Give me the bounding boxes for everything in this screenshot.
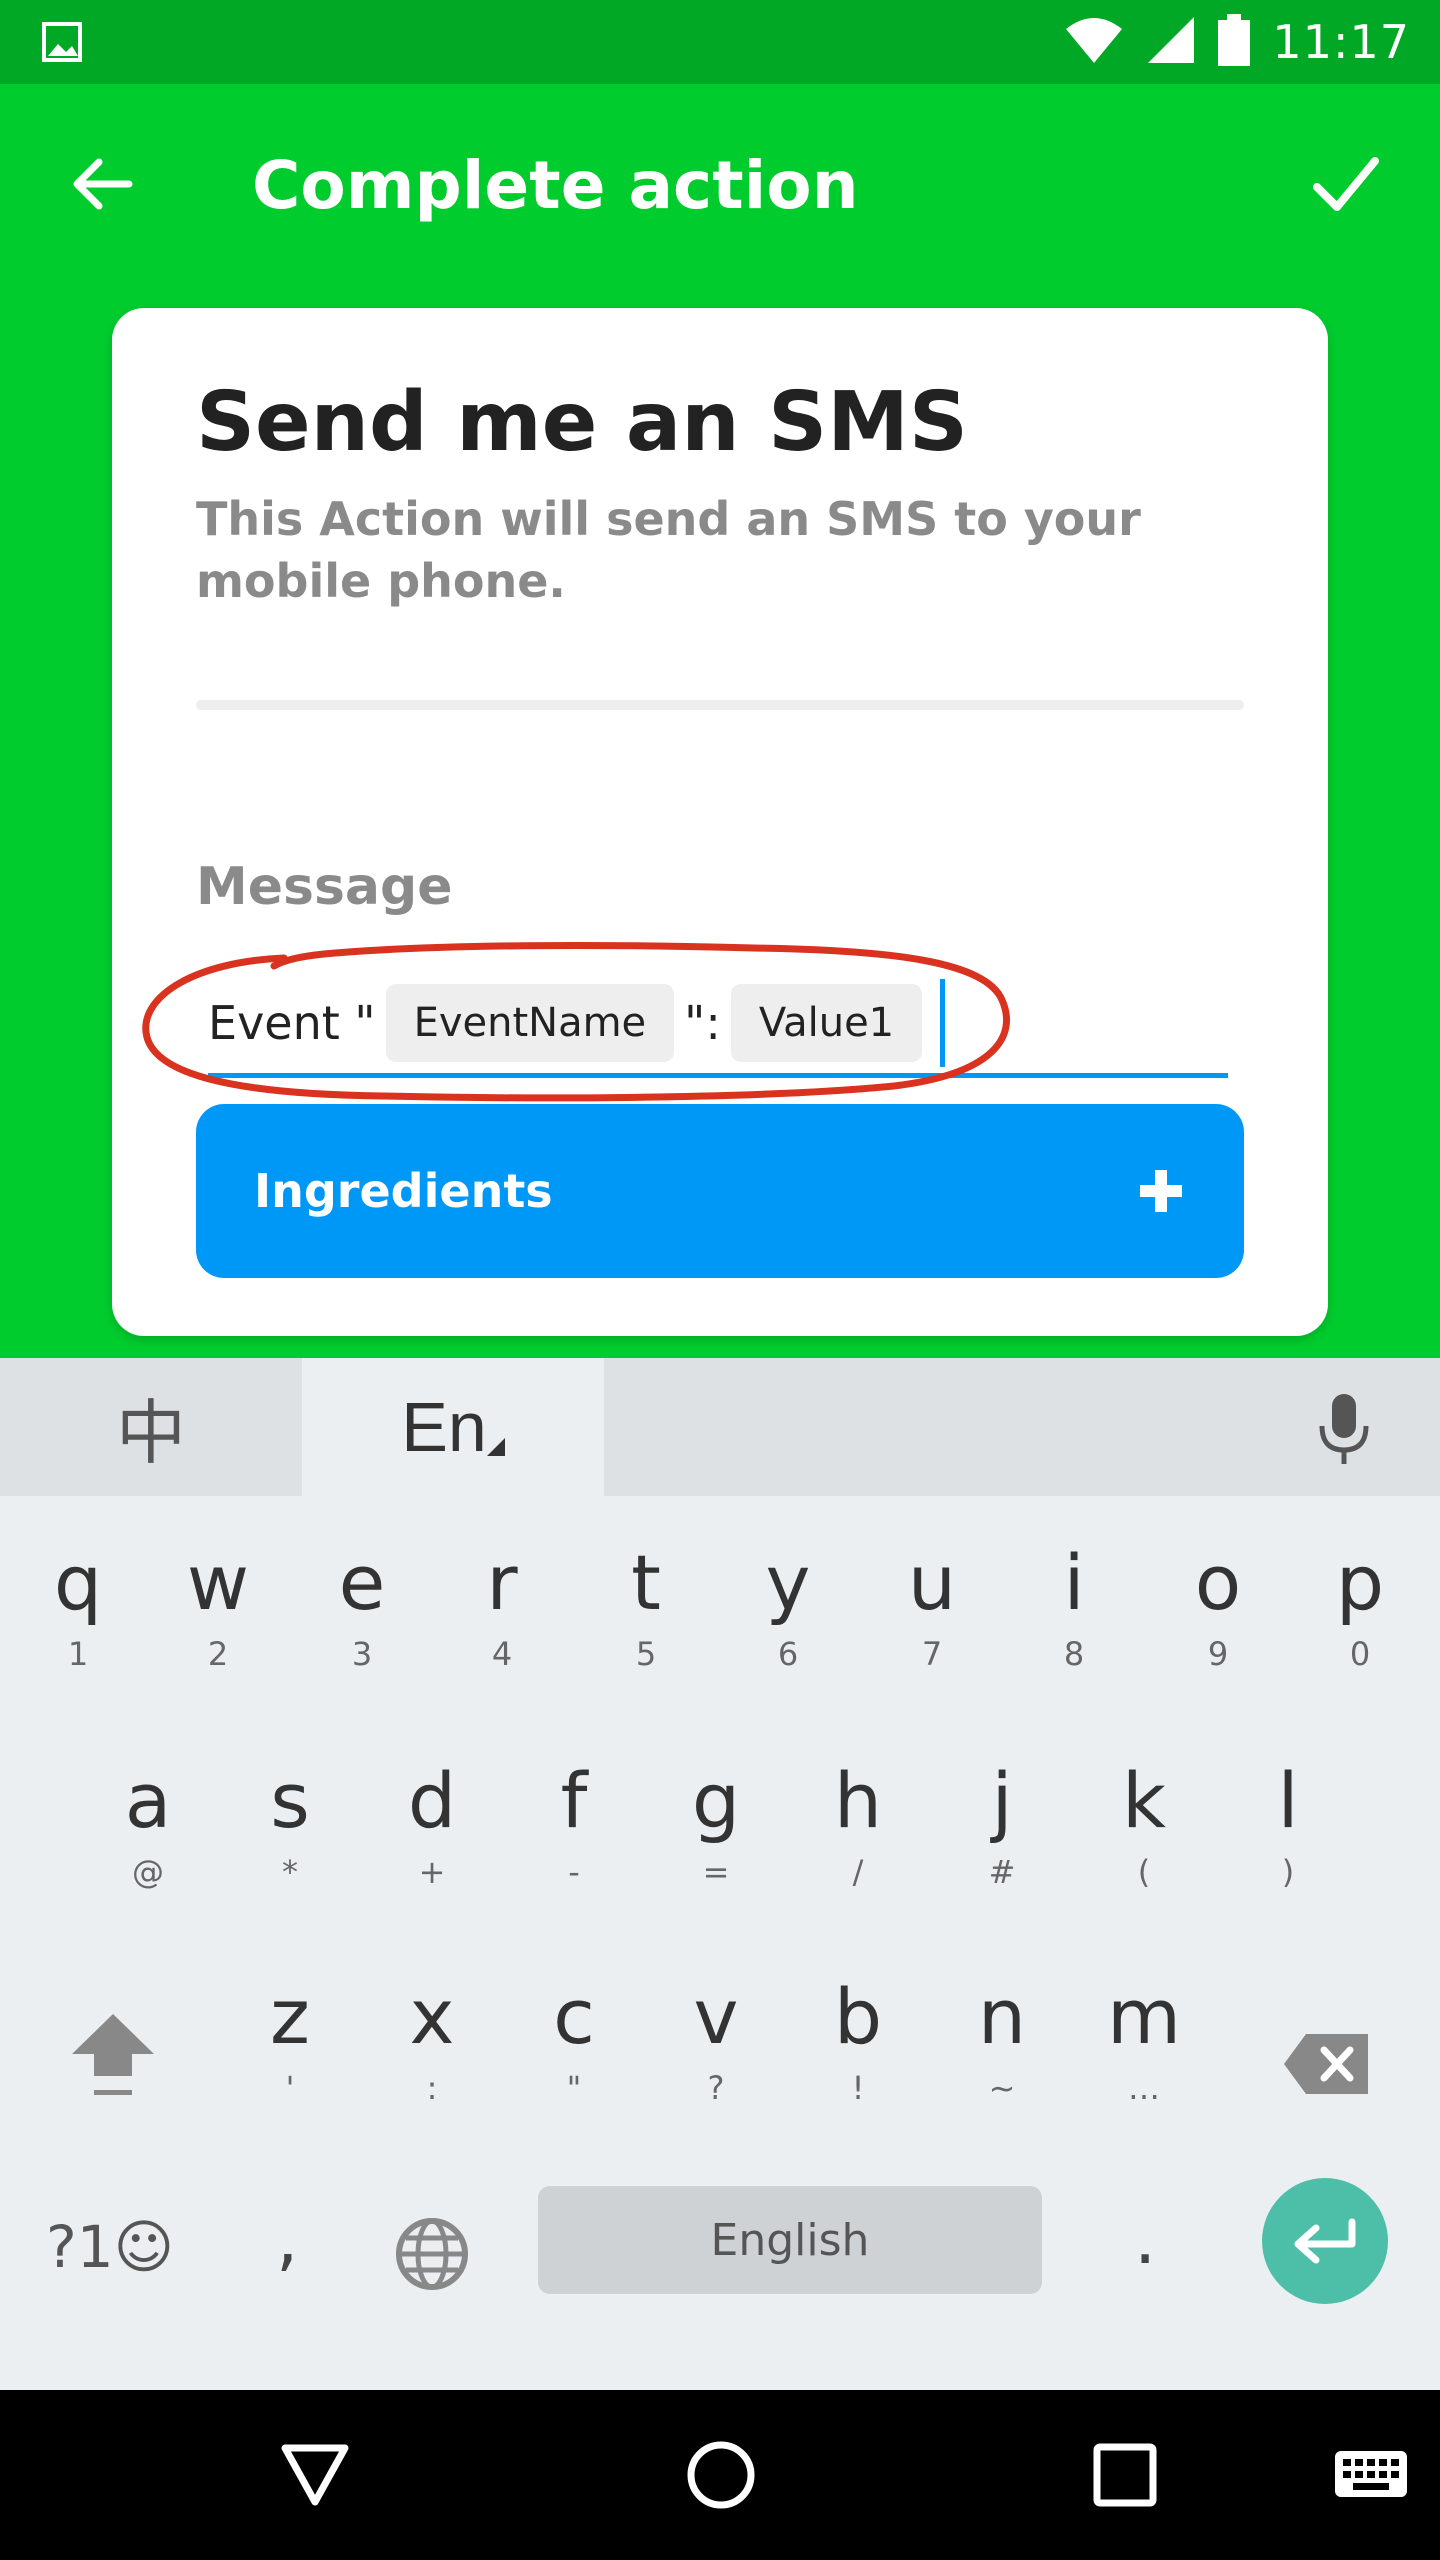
signal-icon — [1146, 15, 1196, 70]
recents-square-icon — [1093, 2443, 1157, 2507]
backspace-icon — [1284, 2034, 1368, 2094]
key-row-bottom: ?1☺ , English . — [0, 2178, 1440, 2328]
key-i[interactable]: i8 — [1034, 1538, 1114, 1674]
microphone-icon[interactable] — [1304, 1388, 1384, 1468]
key-q[interactable]: q1 — [38, 1538, 118, 1674]
key-z[interactable]: z ' — [250, 1972, 330, 2108]
image-notification-icon — [42, 22, 82, 62]
key-a[interactable]: a @ — [108, 1756, 188, 1892]
status-time: 11:17 — [1272, 15, 1410, 69]
ingredient-chip-value1[interactable]: Value1 — [730, 983, 923, 1062]
key-w[interactable]: w2 — [178, 1538, 258, 1674]
corner-triangle-icon — [486, 1438, 505, 1456]
key-e[interactable]: e3 — [322, 1538, 402, 1674]
arrow-back-icon — [73, 158, 133, 210]
key-k[interactable]: k( — [1104, 1756, 1184, 1892]
soft-keyboard: 中 En q1 w2 e3 r4 t5 y6 u7 i8 o9 p0 a @ s *… — [0, 1358, 1440, 2390]
system-nav-bar — [0, 2390, 1440, 2560]
backspace-key[interactable] — [1282, 2032, 1370, 2096]
ingredient-chip-eventname[interactable]: EventName — [385, 983, 675, 1062]
tab-english[interactable]: En — [302, 1358, 604, 1496]
symbols-key[interactable]: ?1☺ — [46, 2213, 174, 2281]
action-description: This Action will send an SMS to your mob… — [196, 492, 1141, 608]
space-key-label: English — [710, 2214, 870, 2266]
tab-chinese[interactable]: 中 — [0, 1358, 302, 1496]
key-l[interactable]: l) — [1248, 1756, 1328, 1892]
keyboard-toolbar: 中 En — [0, 1358, 1440, 1496]
enter-arrow-icon — [1294, 2218, 1356, 2264]
key-p[interactable]: p0 — [1320, 1538, 1400, 1674]
key-d[interactable]: d + — [392, 1756, 472, 1892]
key-h[interactable]: h / — [818, 1756, 898, 1892]
battery-icon — [1218, 13, 1251, 71]
key-u[interactable]: u7 — [892, 1538, 972, 1674]
shift-arrow-icon — [72, 2014, 154, 2095]
key-f[interactable]: f- — [534, 1756, 614, 1892]
nav-back-button[interactable] — [270, 2430, 360, 2520]
check-icon — [1313, 157, 1379, 211]
key-b[interactable]: b! — [818, 1972, 898, 2108]
shift-key[interactable] — [70, 2010, 156, 2100]
message-label: Message — [196, 857, 453, 917]
key-j[interactable]: j # — [962, 1756, 1042, 1892]
period-key[interactable]: . — [1134, 2198, 1156, 2280]
key-y[interactable]: y6 — [748, 1538, 828, 1674]
confirm-button[interactable] — [1296, 134, 1396, 234]
key-g[interactable]: g = — [676, 1756, 756, 1892]
plus-icon — [1140, 1170, 1182, 1212]
message-prefix-text: Event " — [208, 995, 376, 1050]
key-m[interactable]: m… — [1104, 1972, 1184, 2108]
globe-icon[interactable] — [392, 2214, 472, 2294]
nav-keyboard-button[interactable] — [1326, 2430, 1416, 2520]
nav-recents-button[interactable] — [1080, 2430, 1170, 2520]
divider — [196, 700, 1244, 710]
message-input[interactable]: Event " EventName ": Value1 — [208, 972, 1228, 1078]
enter-key[interactable] — [1262, 2178, 1388, 2304]
keyboard-switch-icon — [1335, 2451, 1407, 2497]
comma-key[interactable]: , — [276, 2198, 298, 2280]
key-t[interactable]: t5 — [606, 1538, 686, 1674]
action-card: Send me an SMS This Action will send an … — [112, 308, 1328, 1336]
message-separator-text: ": — [684, 995, 721, 1050]
status-bar: 11:17 — [0, 0, 1440, 84]
key-s[interactable]: s * — [250, 1756, 330, 1892]
ingredients-label: Ingredients — [254, 1164, 553, 1218]
tab-english-label: En — [401, 1388, 487, 1466]
key-o[interactable]: o9 — [1178, 1538, 1258, 1674]
nav-home-button[interactable] — [676, 2430, 766, 2520]
key-c[interactable]: c " — [534, 1972, 614, 2108]
home-circle-icon — [687, 2441, 755, 2509]
ingredients-button[interactable]: Ingredients — [196, 1104, 1244, 1278]
key-x[interactable]: x: — [392, 1972, 472, 2108]
key-n[interactable]: n ~ — [962, 1972, 1042, 2108]
space-key[interactable]: English — [538, 2186, 1042, 2294]
app-bar: Complete action — [0, 84, 1440, 284]
page-title: Complete action — [252, 147, 859, 224]
wifi-icon — [1064, 15, 1124, 70]
key-v[interactable]: v? — [676, 1972, 756, 2108]
back-button[interactable] — [56, 139, 146, 229]
action-title: Send me an SMS — [196, 375, 968, 470]
back-triangle-icon — [281, 2444, 349, 2506]
key-r[interactable]: r4 — [462, 1538, 542, 1674]
text-cursor — [940, 978, 946, 1067]
